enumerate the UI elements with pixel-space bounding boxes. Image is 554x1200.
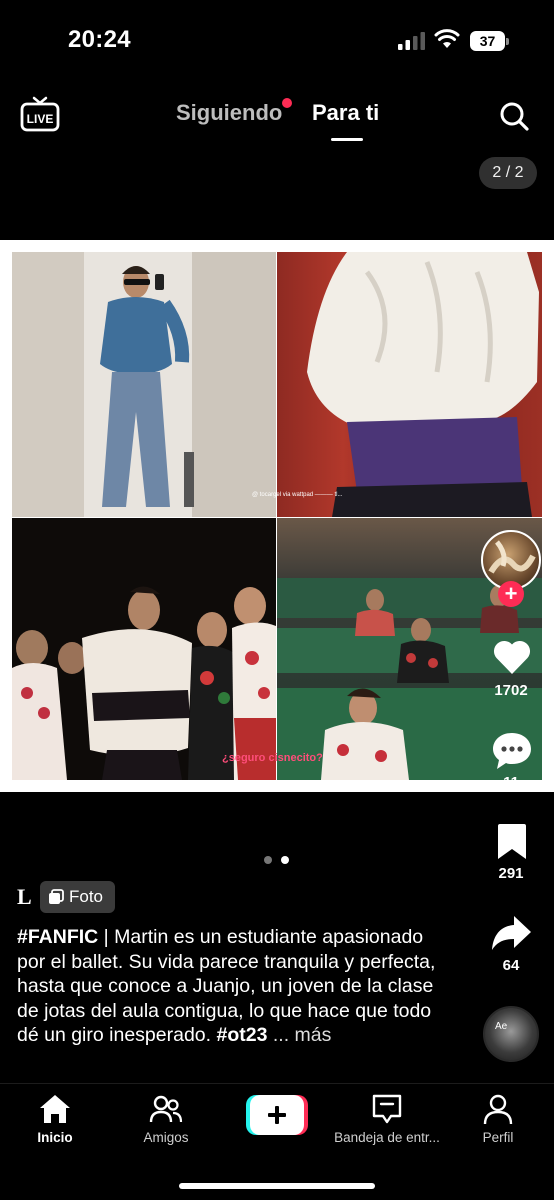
nav-item-home[interactable]: Inicio — [0, 1084, 110, 1154]
inbox-icon — [372, 1094, 402, 1124]
post-caption[interactable]: #FANFIC | Martin es un estudiante apasio… — [17, 925, 437, 1048]
active-tab-indicator — [331, 138, 363, 141]
share-icon[interactable] — [490, 914, 532, 952]
caption-tag-ot23[interactable]: #ot23 — [216, 1024, 267, 1046]
music-avatar-label: Ae — [495, 1021, 508, 1032]
follow-button[interactable]: + — [498, 581, 524, 607]
home-indicator[interactable] — [179, 1183, 375, 1189]
nav-label-home: Inicio — [37, 1130, 73, 1145]
image-caption-top: @ tocargel via wattpad ——— tl... — [252, 492, 343, 498]
comment-icon[interactable] — [491, 731, 533, 771]
bookmark-icon[interactable] — [496, 823, 528, 861]
caption-hashtag[interactable]: #FANFIC — [17, 926, 98, 948]
save-count: 291 — [498, 865, 524, 882]
status-time: 20:24 — [68, 26, 131, 53]
photo-type-badge[interactable]: Foto — [40, 881, 115, 913]
nav-label-inbox: Bandeja de entr... — [334, 1130, 440, 1145]
carousel-dot-1[interactable] — [264, 856, 272, 864]
photo-mirror-selfie — [12, 252, 276, 517]
selfie-illustration — [12, 252, 276, 517]
post-image[interactable]: @ tocargel via wattpad ——— tl... ¿seguro… — [0, 240, 554, 792]
photo-white-blouse — [277, 252, 542, 517]
carousel-indicator — [264, 856, 292, 866]
bottom-nav: Inicio Amigos Bandeja de entr... Perfil — [0, 1083, 554, 1200]
author-logo[interactable]: L — [17, 884, 32, 910]
blouse-illustration — [307, 252, 539, 517]
like-count: 1702 — [494, 682, 528, 699]
notification-dot — [282, 98, 292, 108]
nav-item-friends[interactable]: Amigos — [111, 1084, 221, 1154]
battery-level: 37 — [470, 31, 505, 51]
photo-type-label: Foto — [69, 887, 104, 906]
photo-dancers-stage — [12, 518, 276, 780]
carousel-dot-2[interactable] — [281, 856, 289, 864]
nav-item-profile[interactable]: Perfil — [443, 1084, 553, 1154]
comment-count: 11 — [503, 774, 519, 786]
battery-indicator: 37 — [470, 31, 510, 51]
battery-tip — [506, 38, 509, 45]
wifi-icon — [434, 29, 460, 48]
status-bar: 20:24 37 — [0, 0, 554, 80]
music-disc-avatar[interactable]: Ae — [483, 1006, 539, 1062]
nav-label-profile: Perfil — [482, 1130, 514, 1145]
svg-text:LIVE: LIVE — [27, 112, 54, 126]
search-icon[interactable] — [498, 100, 530, 132]
nav-label-friends: Amigos — [143, 1130, 189, 1145]
tab-following[interactable]: Siguiendo — [176, 100, 282, 126]
dancers-illustration — [12, 586, 276, 780]
heart-icon[interactable] — [492, 639, 532, 675]
home-icon — [40, 1095, 70, 1123]
top-nav: LIVE Siguiendo Para ti — [0, 80, 554, 150]
create-button[interactable] — [246, 1095, 308, 1135]
share-count: 64 — [502, 957, 520, 974]
friends-icon — [149, 1095, 183, 1123]
cellular-signal-icon — [398, 32, 425, 50]
caption-more-link[interactable]: ... más — [267, 1024, 332, 1046]
nav-item-inbox[interactable]: Bandeja de entr... — [332, 1084, 442, 1154]
profile-icon — [483, 1094, 513, 1125]
creator-avatar-image — [488, 540, 536, 574]
photo-stack-icon — [49, 889, 64, 904]
page-counter: 2 / 2 — [479, 157, 537, 189]
tab-for-you[interactable]: Para ti — [312, 100, 379, 126]
image-caption-middle: ¿seguro cisnecito? — [222, 752, 323, 764]
live-icon[interactable]: LIVE — [20, 96, 60, 132]
